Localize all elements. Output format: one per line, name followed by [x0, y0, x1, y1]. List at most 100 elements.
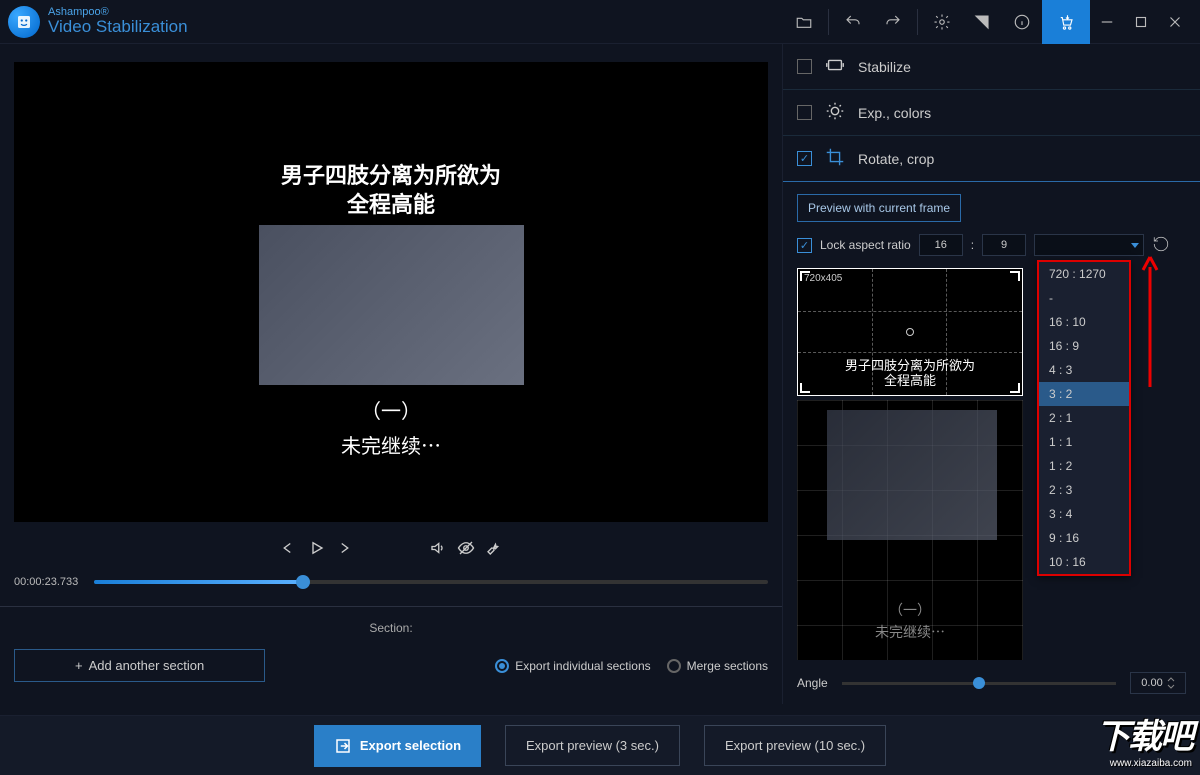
crop-bg-image — [827, 410, 997, 540]
ratio-option[interactable]: 9 : 16 — [1039, 526, 1129, 550]
right-pane: Stabilize Exp., colors Rotate, crop Prev… — [782, 44, 1200, 704]
watermark-text: 下载吧 — [1096, 709, 1192, 758]
redo-button[interactable] — [873, 0, 913, 44]
info-button[interactable] — [1002, 0, 1042, 44]
video-text-line2: 全程高能 — [347, 192, 435, 217]
annotation-arrow — [1135, 252, 1165, 397]
footer: Export selection Export preview (3 sec.)… — [0, 715, 1200, 775]
crop-overlay-text: 男子四肢分离为所欲为 全程高能 — [798, 358, 1022, 389]
video-preview[interactable]: 男子四肢分离为所欲为 全程高能 （一） 未完继续⋯ — [14, 62, 768, 522]
aspect-width-input[interactable] — [919, 234, 963, 256]
stabilize-icon — [824, 54, 846, 79]
lock-aspect-checkbox[interactable] — [797, 238, 812, 253]
export-icon — [334, 737, 352, 755]
aspect-height-input[interactable] — [982, 234, 1026, 256]
volume-button[interactable] — [429, 539, 447, 562]
rotatecrop-label: Rotate, crop — [858, 151, 934, 167]
panel-expcolors[interactable]: Exp., colors — [783, 90, 1200, 136]
export-preview-10-button[interactable]: Export preview (10 sec.) — [704, 725, 886, 766]
timeline-slider[interactable] — [94, 580, 768, 584]
next-frame-button[interactable] — [335, 539, 353, 562]
lock-aspect-row: Lock aspect ratio : — [797, 234, 1186, 256]
settings-button[interactable] — [922, 0, 962, 44]
grid-line — [798, 352, 1022, 353]
brand: Ashampoo® Video Stabilization — [48, 6, 188, 37]
minimize-button[interactable] — [1090, 0, 1124, 44]
ratio-option[interactable]: 1 : 1 — [1039, 430, 1129, 454]
ratio-option[interactable]: 2 : 3 — [1039, 478, 1129, 502]
radio-icon — [495, 659, 509, 673]
lock-aspect-label: Lock aspect ratio — [820, 238, 911, 252]
crop-center-icon — [906, 328, 914, 336]
ratio-option[interactable]: 720 : 1270 — [1039, 262, 1129, 286]
timecode: 00:00:23.733 — [14, 576, 84, 588]
export-selection-button[interactable]: Export selection — [314, 725, 481, 767]
expcolors-label: Exp., colors — [858, 105, 931, 121]
ratio-option[interactable]: 3 : 4 — [1039, 502, 1129, 526]
prev-frame-button[interactable] — [279, 539, 297, 562]
export-individual-radio[interactable]: Export individual sections — [495, 659, 650, 673]
timeline-thumb[interactable] — [296, 575, 310, 589]
crop-dimensions: 720x405 — [804, 273, 842, 284]
open-file-button[interactable] — [784, 0, 824, 44]
watermark: 下载吧 www.xiazaiba.com — [1096, 709, 1192, 769]
play-button[interactable] — [307, 539, 325, 562]
crop-text-1: 男子四肢分离为所欲为 — [845, 358, 975, 373]
ratio-option[interactable]: - — [1039, 286, 1129, 310]
cart-button[interactable] — [1042, 0, 1090, 44]
radio-icon — [667, 659, 681, 673]
crop-bg-text1: （一） — [797, 600, 1023, 620]
ratio-option[interactable]: 3 : 2 — [1039, 382, 1129, 406]
separator — [828, 9, 829, 35]
stabilize-checkbox[interactable] — [797, 59, 812, 74]
add-section-button[interactable]: + Add another section — [14, 649, 265, 682]
panel-rotatecrop[interactable]: Rotate, crop — [783, 136, 1200, 182]
angle-number: 0.00 — [1141, 677, 1162, 689]
export-preview-3-button[interactable]: Export preview (3 sec.) — [505, 725, 680, 766]
tools-button[interactable] — [485, 539, 503, 562]
rotatecrop-checkbox[interactable] — [797, 151, 812, 166]
merge-sections-radio[interactable]: Merge sections — [667, 659, 768, 673]
timeline-fill — [94, 580, 303, 584]
ratio-option[interactable]: 2 : 1 — [1039, 406, 1129, 430]
crop-text-2: 全程高能 — [884, 373, 936, 388]
main-area: 男子四肢分离为所欲为 全程高能 （一） 未完继续⋯ 00:00: — [0, 44, 1200, 704]
panel-stabilize[interactable]: Stabilize — [783, 44, 1200, 90]
maximize-button[interactable] — [1124, 0, 1158, 44]
video-caption-1: 男子四肢分离为所欲为 全程高能 — [281, 162, 501, 219]
ratio-option[interactable]: 16 : 9 — [1039, 334, 1129, 358]
aspect-colon: : — [971, 238, 974, 252]
add-section-label: Add another section — [89, 658, 205, 673]
angle-value[interactable]: 0.00 — [1130, 672, 1186, 694]
app-logo — [8, 6, 40, 38]
brand-bottom: Video Stabilization — [48, 18, 188, 37]
expcolors-checkbox[interactable] — [797, 105, 812, 120]
angle-slider[interactable] — [842, 682, 1116, 685]
export-selection-label: Export selection — [360, 738, 461, 753]
aspect-ratio-select[interactable] — [1034, 234, 1144, 256]
preview-current-frame-button[interactable]: Preview with current frame — [797, 194, 961, 222]
video-frame: 男子四肢分离为所欲为 全程高能 （一） 未完继续⋯ — [259, 62, 524, 522]
contrast-button[interactable] — [962, 0, 1002, 44]
ratio-option[interactable]: 4 : 3 — [1039, 358, 1129, 382]
preview-toggle-button[interactable] — [457, 539, 475, 562]
crop-frame[interactable]: 720x405 男子四肢分离为所欲为 全程高能 — [797, 268, 1023, 396]
crop-preview: 720x405 男子四肢分离为所欲为 全程高能 （一） 未完继续⋯ 720 : … — [797, 268, 1186, 650]
aspect-ratio-dropdown[interactable]: 720 : 1270-16 : 1016 : 94 : 33 : 22 : 11… — [1037, 260, 1131, 576]
ratio-option[interactable]: 1 : 2 — [1039, 454, 1129, 478]
separator — [917, 9, 918, 35]
angle-thumb[interactable] — [973, 677, 985, 689]
undo-button[interactable] — [833, 0, 873, 44]
crop-handle-tr[interactable] — [1010, 271, 1020, 281]
video-text-line4: 未完继续⋯ — [341, 430, 441, 459]
video-text-line3: （一） — [361, 395, 421, 424]
left-pane: 男子四肢分离为所欲为 全程高能 （一） 未完继续⋯ 00:00: — [0, 44, 782, 704]
crop-background: （一） 未完继续⋯ — [797, 400, 1023, 660]
close-button[interactable] — [1158, 0, 1192, 44]
ratio-option[interactable]: 16 : 10 — [1039, 310, 1129, 334]
playback-controls — [0, 530, 782, 570]
angle-label: Angle — [797, 676, 828, 690]
brightness-icon — [824, 100, 846, 125]
ratio-option[interactable]: 10 : 16 — [1039, 550, 1129, 574]
plus-icon: + — [75, 658, 83, 673]
